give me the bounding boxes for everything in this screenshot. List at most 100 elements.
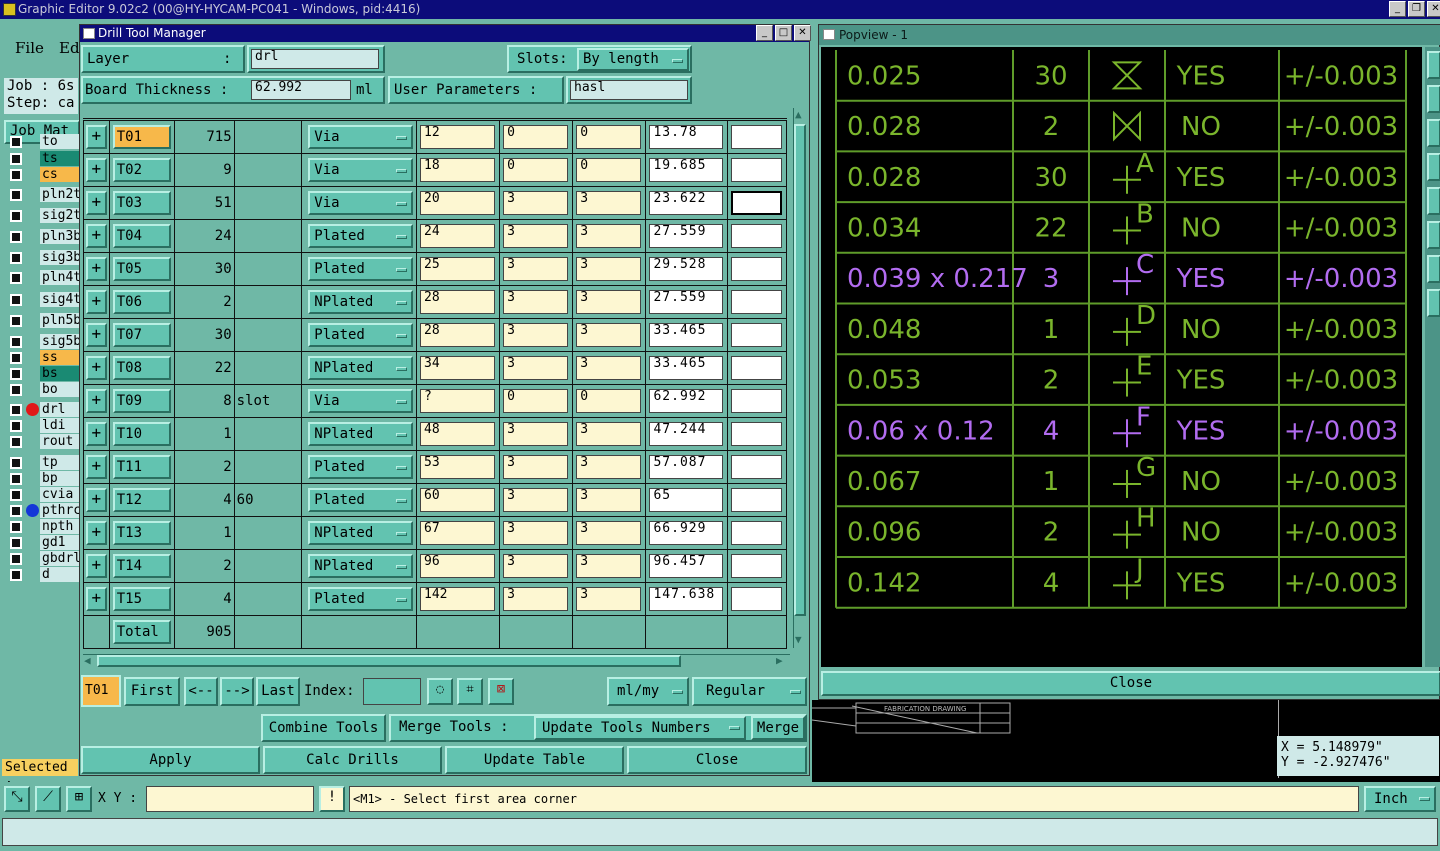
units-dropdown[interactable]: ml/my [607, 677, 689, 706]
type-dropdown[interactable]: Plated [308, 323, 414, 347]
param2-input[interactable]: 3 [576, 290, 642, 314]
param1-input[interactable]: 0 [503, 158, 569, 182]
drill-size-input[interactable]: ? [420, 389, 496, 413]
type-dropdown[interactable]: NPlated [308, 521, 414, 545]
layer-row-npth[interactable]: npth [8, 519, 80, 535]
param2-input[interactable]: 0 [576, 125, 642, 149]
tool-button[interactable]: T01 [112, 125, 171, 149]
layer-name[interactable]: ss [40, 350, 80, 365]
param1-input[interactable]: 3 [503, 422, 569, 446]
vertical-scrollbar[interactable]: ▲ ▼ [793, 108, 807, 648]
param2-input[interactable]: 0 [576, 389, 642, 413]
apply-button[interactable]: Apply [81, 746, 260, 774]
layer-checkbox[interactable] [10, 153, 22, 165]
finish-size-input[interactable]: 23.622 [649, 191, 723, 215]
finish-size-input[interactable]: 47.244 [649, 422, 723, 446]
tool-button[interactable]: T10 [112, 422, 171, 446]
close-button[interactable]: Close [627, 746, 807, 774]
layer-name[interactable]: pthrc [40, 503, 80, 518]
param1-input[interactable]: 3 [503, 257, 569, 281]
param1-input[interactable]: 3 [503, 224, 569, 248]
layer-checkbox[interactable] [10, 189, 22, 201]
expand-icon[interactable]: + [86, 158, 107, 182]
tool-button[interactable]: T08 [112, 356, 171, 380]
drill-size-input[interactable]: 34 [420, 356, 496, 380]
layer-row-rout[interactable]: rout [8, 434, 80, 450]
extra-input[interactable] [730, 257, 782, 281]
expand-icon[interactable]: + [86, 455, 107, 479]
tool-button[interactable]: T12 [112, 488, 171, 512]
toolbar-button[interactable] [1427, 187, 1440, 215]
layer-row-cs[interactable]: cs [8, 167, 80, 183]
layer-checkbox[interactable] [10, 136, 22, 148]
layer-row-cvia[interactable]: cvia [8, 487, 80, 503]
expand-icon[interactable]: + [86, 356, 107, 380]
bulb-button[interactable]: ◌ [427, 678, 453, 705]
update-tools-numbers-dropdown[interactable]: Update Tools Numbers [534, 716, 746, 740]
layer-name[interactable]: d [40, 567, 80, 582]
extra-input[interactable] [730, 554, 782, 578]
expand-icon[interactable]: + [86, 389, 107, 413]
drill-size-input[interactable]: 28 [420, 290, 496, 314]
tool-button[interactable]: T04 [112, 224, 171, 248]
layer-checkbox[interactable] [10, 368, 22, 380]
expand-icon[interactable]: + [86, 224, 107, 248]
type-dropdown[interactable]: Via [308, 125, 414, 149]
scroll-thumb[interactable] [794, 124, 806, 616]
type-dropdown[interactable]: NPlated [308, 422, 414, 446]
layer-row-ss[interactable]: ss [8, 350, 80, 366]
layer-checkbox[interactable] [10, 521, 22, 533]
layer-name[interactable]: ldi [40, 418, 80, 433]
param2-input[interactable]: 3 [576, 224, 642, 248]
prev-button[interactable]: <-- [184, 677, 218, 706]
layer-row-pln3b[interactable]: pln3b [8, 229, 80, 245]
param2-input[interactable]: 3 [576, 587, 642, 611]
layer-row-sig3b[interactable]: sig3b [8, 250, 80, 266]
layer-row-to[interactable]: to [8, 134, 80, 150]
minimize-icon[interactable]: _ [1389, 1, 1406, 17]
layer-row-sig2t[interactable]: sig2t [8, 208, 80, 224]
hscroll-thumb[interactable] [97, 655, 681, 667]
close-icon[interactable]: ✕ [794, 25, 811, 41]
layer-name[interactable]: sig2t [40, 208, 80, 223]
drill-size-input[interactable]: 20 [420, 191, 496, 215]
layer-checkbox[interactable] [10, 420, 22, 432]
type-dropdown[interactable]: Via [308, 191, 414, 215]
extra-input[interactable] [730, 389, 782, 413]
drill-size-input[interactable]: 12 [420, 125, 496, 149]
param1-input[interactable]: 3 [503, 191, 569, 215]
finish-size-input[interactable]: 147.638 [649, 587, 723, 611]
layer-name[interactable]: ts [40, 151, 80, 166]
param1-input[interactable]: 0 [503, 389, 569, 413]
param2-input[interactable]: 3 [576, 323, 642, 347]
toolbar-button[interactable] [1427, 85, 1440, 113]
scroll-down-icon[interactable]: ▼ [795, 633, 802, 646]
param2-input[interactable]: 3 [576, 191, 642, 215]
param2-input[interactable]: 3 [576, 356, 642, 380]
layer-checkbox[interactable] [10, 537, 22, 549]
drill-size-input[interactable]: 48 [420, 422, 496, 446]
param1-input[interactable]: 3 [503, 290, 569, 314]
layer-name[interactable]: pln4t [40, 270, 80, 285]
layer-name[interactable]: to [40, 134, 80, 149]
layer-row-pln5b[interactable]: pln5b [8, 313, 80, 329]
finish-size-input[interactable]: 29.528 [649, 257, 723, 281]
extra-input[interactable] [730, 587, 782, 611]
layer-row-bo[interactable]: bo [8, 382, 80, 398]
extra-input[interactable] [730, 290, 782, 314]
drill-size-input[interactable]: 96 [420, 554, 496, 578]
index-field[interactable] [363, 678, 421, 705]
tool-button[interactable]: T02 [112, 158, 171, 182]
param2-input[interactable]: 3 [576, 422, 642, 446]
layer-name[interactable]: gbdrl [40, 551, 80, 566]
combine-tools-button[interactable]: Combine Tools [261, 714, 386, 742]
finish-size-input[interactable]: 65 [649, 488, 723, 512]
layer-row-drl[interactable]: drl [8, 402, 80, 418]
expand-icon[interactable]: + [86, 521, 107, 545]
first-button[interactable]: First [124, 677, 180, 706]
menu-edit[interactable]: Ed [59, 39, 80, 57]
drill-size-input[interactable]: 18 [420, 158, 496, 182]
drill-size-input[interactable]: 28 [420, 323, 496, 347]
tool-button[interactable]: T03 [112, 191, 171, 215]
layer-name[interactable]: rout [40, 434, 80, 449]
